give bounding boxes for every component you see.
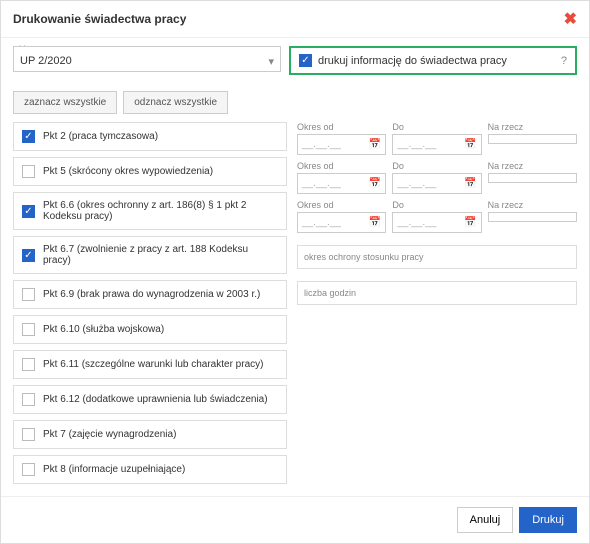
checklist-item[interactable]: Pkt 6.10 (służba wojskowa) — [13, 315, 287, 344]
na-input[interactable] — [488, 134, 577, 144]
checklist-item[interactable]: Pkt 6.7 (zwolnienie z pracy z art. 188 K… — [13, 236, 287, 274]
item-label: Pkt 6.12 (dodatkowe uprawnienia lub świa… — [43, 394, 268, 405]
checklist-item[interactable]: Pkt 7 (zajęcie wynagrodzenia) — [13, 420, 287, 449]
item-checkbox[interactable] — [22, 249, 35, 262]
item-label: Pkt 6.6 (okres ochronny z art. 186(8) § … — [43, 200, 278, 222]
checklist-item[interactable]: Pkt 6.12 (dodatkowe uprawnienia lub świa… — [13, 385, 287, 414]
item-label: Pkt 6.9 (brak prawa do wynagrodzenia w 2… — [43, 289, 260, 300]
print-button[interactable]: Drukuj — [519, 507, 577, 533]
checklist-item[interactable]: Pkt 6.6 (okres ochronny z art. 186(8) § … — [13, 192, 287, 230]
od-input[interactable]: __.__.__📅 — [297, 173, 386, 194]
item-checkbox[interactable] — [22, 358, 35, 371]
checklist-item[interactable]: Pkt 8 (informacje uzupełniające) — [13, 455, 287, 484]
col-label: Okres od — [297, 122, 386, 132]
item-checkbox[interactable] — [22, 323, 35, 336]
col-label: Na rzecz — [488, 200, 577, 210]
calendar-icon[interactable]: 📅 — [464, 139, 476, 150]
na-input[interactable] — [488, 212, 577, 222]
checklist-item[interactable]: Pkt 2 (praca tymczasowa) — [13, 122, 287, 151]
cancel-button[interactable]: Anuluj — [457, 507, 514, 533]
calendar-icon[interactable]: 📅 — [369, 217, 381, 228]
item-checkbox[interactable] — [22, 288, 35, 301]
col-label: Do — [392, 200, 481, 210]
od-input[interactable]: __.__.__📅 — [297, 212, 386, 233]
close-icon[interactable]: ✖ — [564, 9, 577, 29]
help-icon[interactable]: ? — [561, 55, 567, 67]
calendar-icon[interactable]: 📅 — [369, 139, 381, 150]
item-label: Pkt 6.11 (szczególne warunki lub charakt… — [43, 359, 263, 370]
item-checkbox[interactable] — [22, 393, 35, 406]
printinfo-checkbox[interactable] — [299, 54, 312, 67]
deselect-all-button[interactable]: odznacz wszystkie — [123, 91, 228, 114]
do-input[interactable]: __.__.__📅 — [392, 134, 481, 155]
checklist-item[interactable]: Pkt 6.9 (brak prawa do wynagrodzenia w 2… — [13, 280, 287, 309]
calendar-icon[interactable]: 📅 — [464, 178, 476, 189]
item-label: Pkt 6.7 (zwolnienie z pracy z art. 188 K… — [43, 244, 278, 266]
modal-title: Drukowanie świadectwa pracy — [13, 12, 186, 26]
text-field[interactable]: liczba godzin — [297, 281, 577, 305]
item-label: Pkt 6.10 (służba wojskowa) — [43, 324, 164, 335]
checklist-item[interactable]: Pkt 5 (skrócony okres wypowiedzenia) — [13, 157, 287, 186]
printinfo-label: drukuj informację do świadectwa pracy — [318, 55, 507, 67]
do-input[interactable]: __.__.__📅 — [392, 212, 481, 233]
col-label: Do — [392, 122, 481, 132]
item-checkbox[interactable] — [22, 428, 35, 441]
select-all-button[interactable]: zaznacz wszystkie — [13, 91, 117, 114]
od-input[interactable]: __.__.__📅 — [297, 134, 386, 155]
item-checkbox[interactable] — [22, 130, 35, 143]
col-label: Na rzecz — [488, 122, 577, 132]
col-label: Do — [392, 161, 481, 171]
checklist-item[interactable]: Pkt 6.11 (szczególne warunki lub charakt… — [13, 350, 287, 379]
item-checkbox[interactable] — [22, 205, 35, 218]
item-checkbox[interactable] — [22, 165, 35, 178]
item-label: Pkt 7 (zajęcie wynagrodzenia) — [43, 429, 176, 440]
item-label: Pkt 5 (skrócony okres wypowiedzenia) — [43, 166, 213, 177]
col-label: Na rzecz — [488, 161, 577, 171]
col-label: Okres od — [297, 161, 386, 171]
calendar-icon[interactable]: 📅 — [369, 178, 381, 189]
item-label: Pkt 2 (praca tymczasowa) — [43, 131, 158, 142]
text-field[interactable]: okres ochrony stosunku pracy — [297, 245, 577, 269]
do-input[interactable]: __.__.__📅 — [392, 173, 481, 194]
calendar-icon[interactable]: 📅 — [464, 217, 476, 228]
item-label: Pkt 8 (informacje uzupełniające) — [43, 464, 185, 475]
item-checkbox[interactable] — [22, 463, 35, 476]
umowa-select[interactable]: UP 2/2020 — [13, 46, 281, 72]
col-label: Okres od — [297, 200, 386, 210]
na-input[interactable] — [488, 173, 577, 183]
